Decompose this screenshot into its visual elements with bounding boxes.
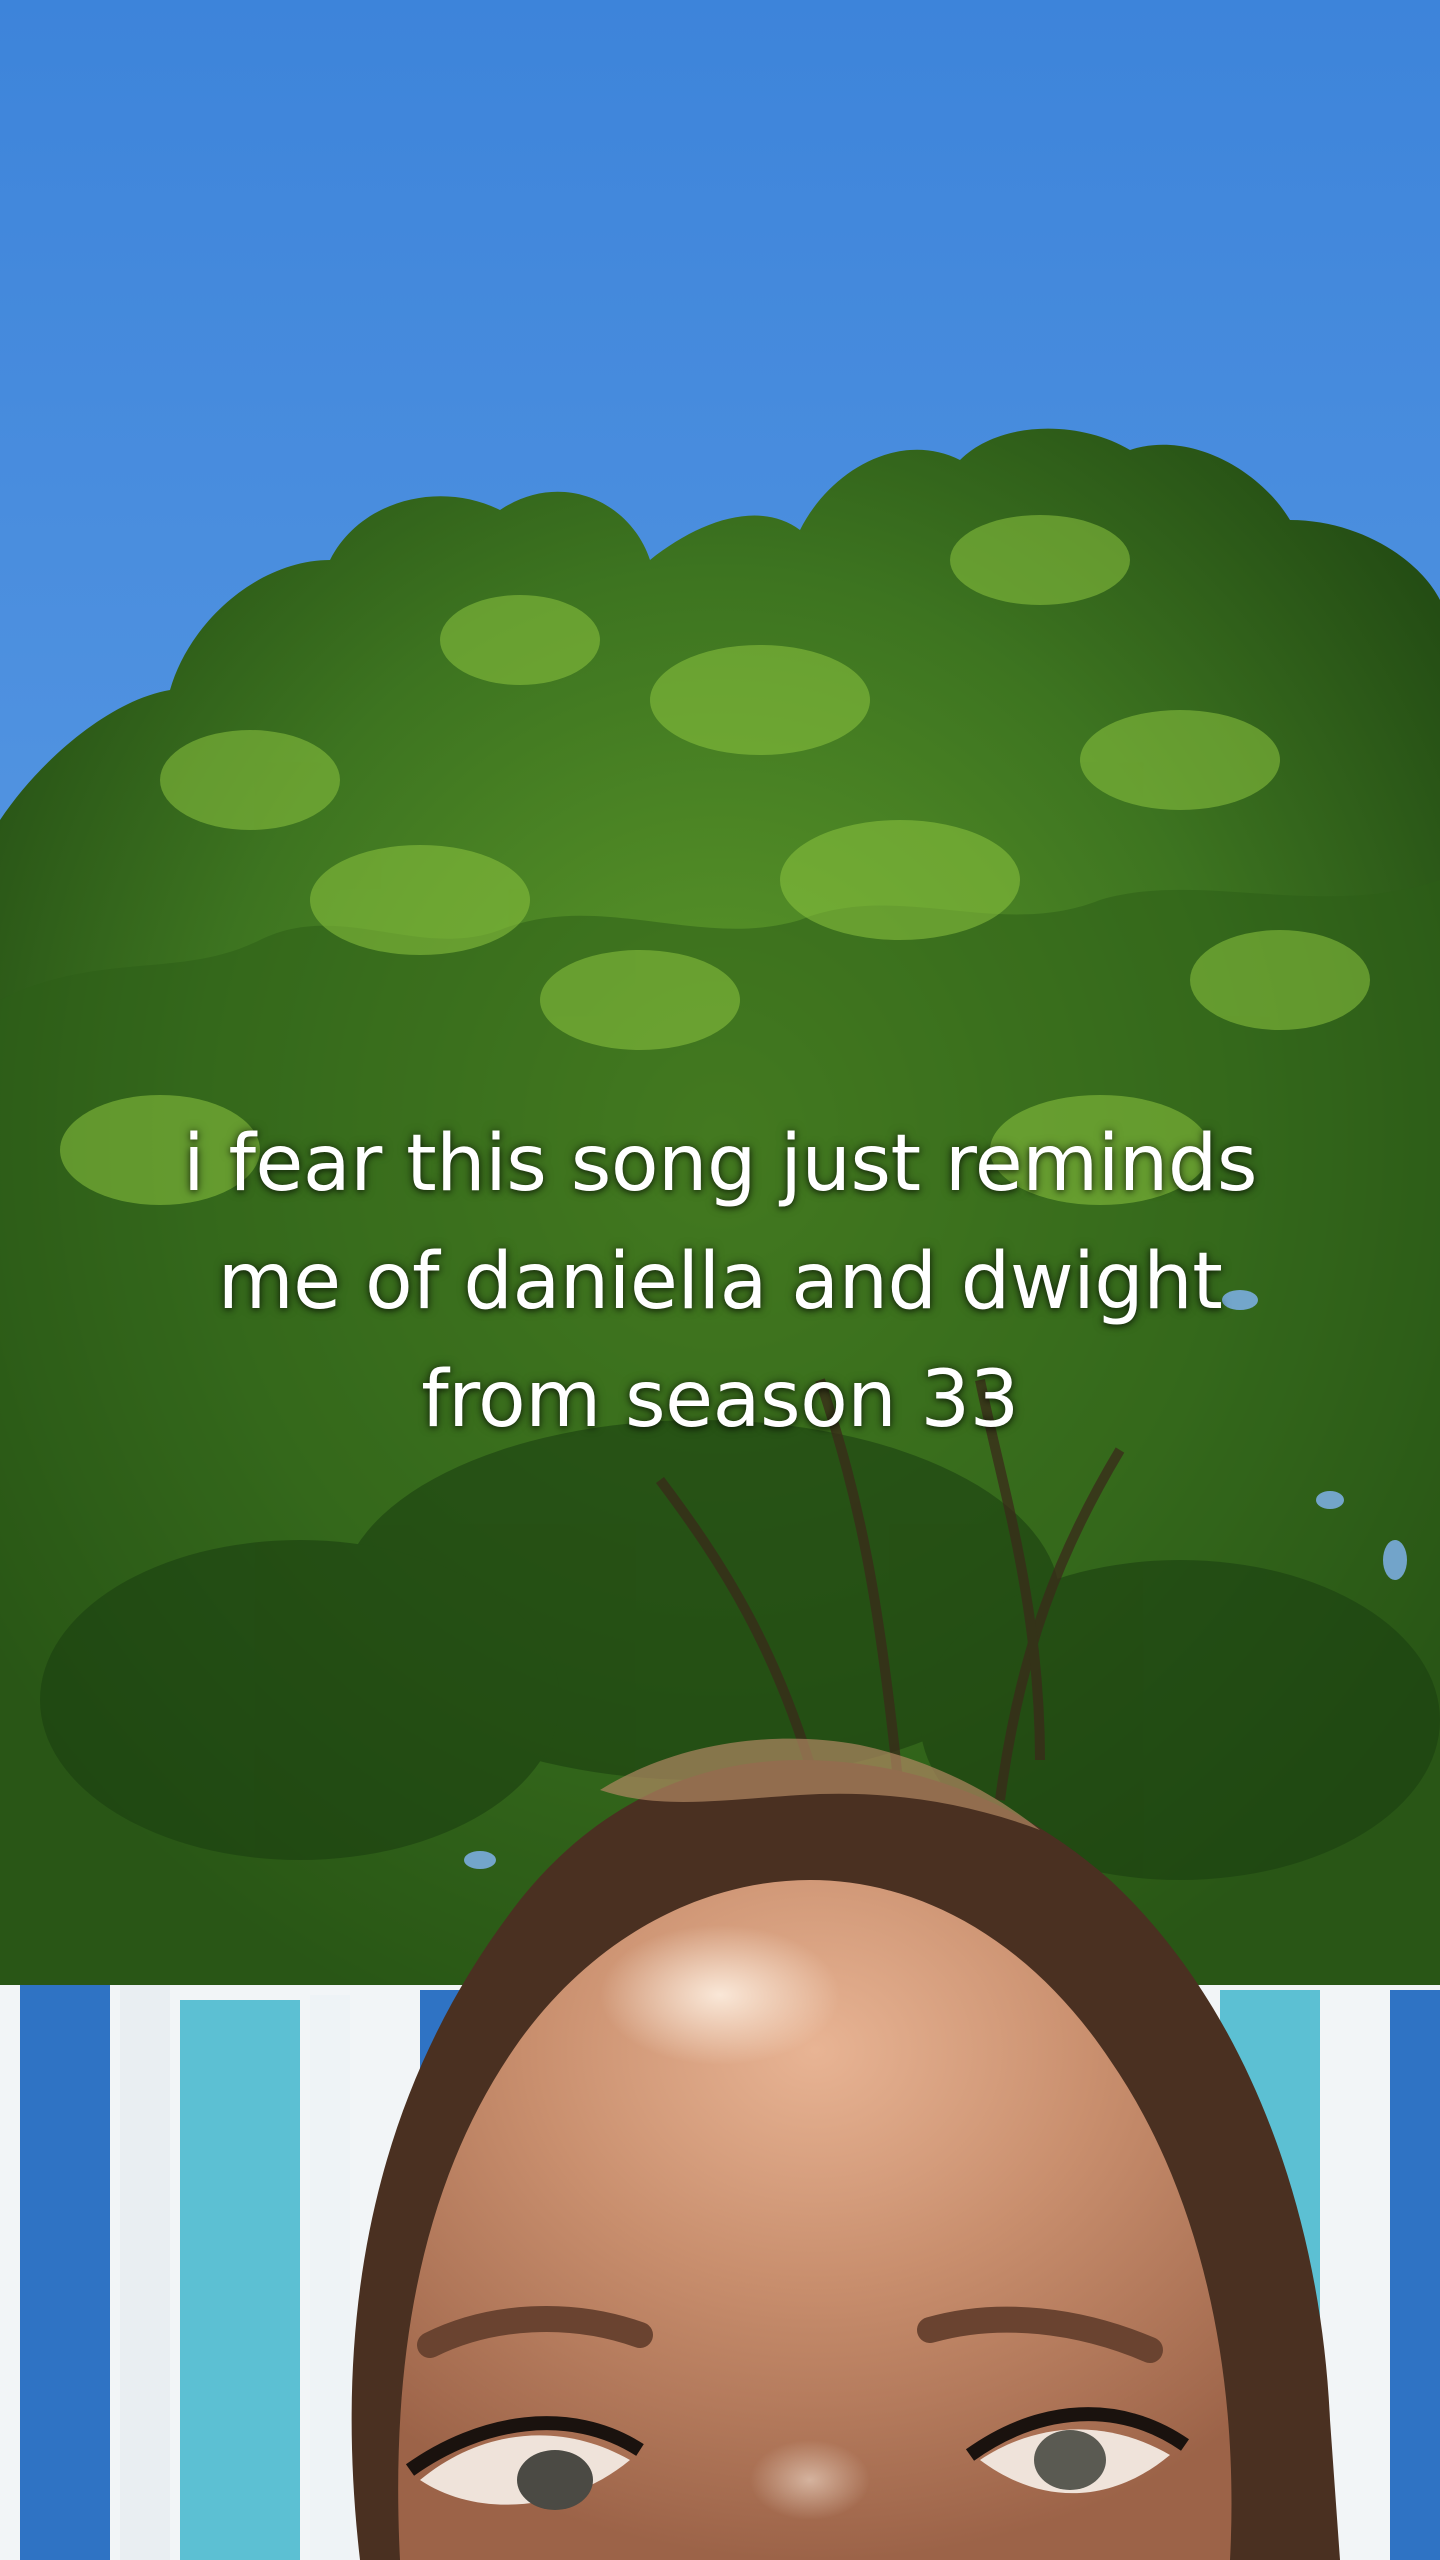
caption-line-1: i fear this song just reminds: [183, 1119, 1258, 1209]
caption-line-2: me of daniella and dwight: [217, 1237, 1223, 1327]
caption-line-3: from season 33: [421, 1355, 1019, 1445]
video-caption: i fear this song just reminds me of dani…: [60, 1105, 1380, 1459]
